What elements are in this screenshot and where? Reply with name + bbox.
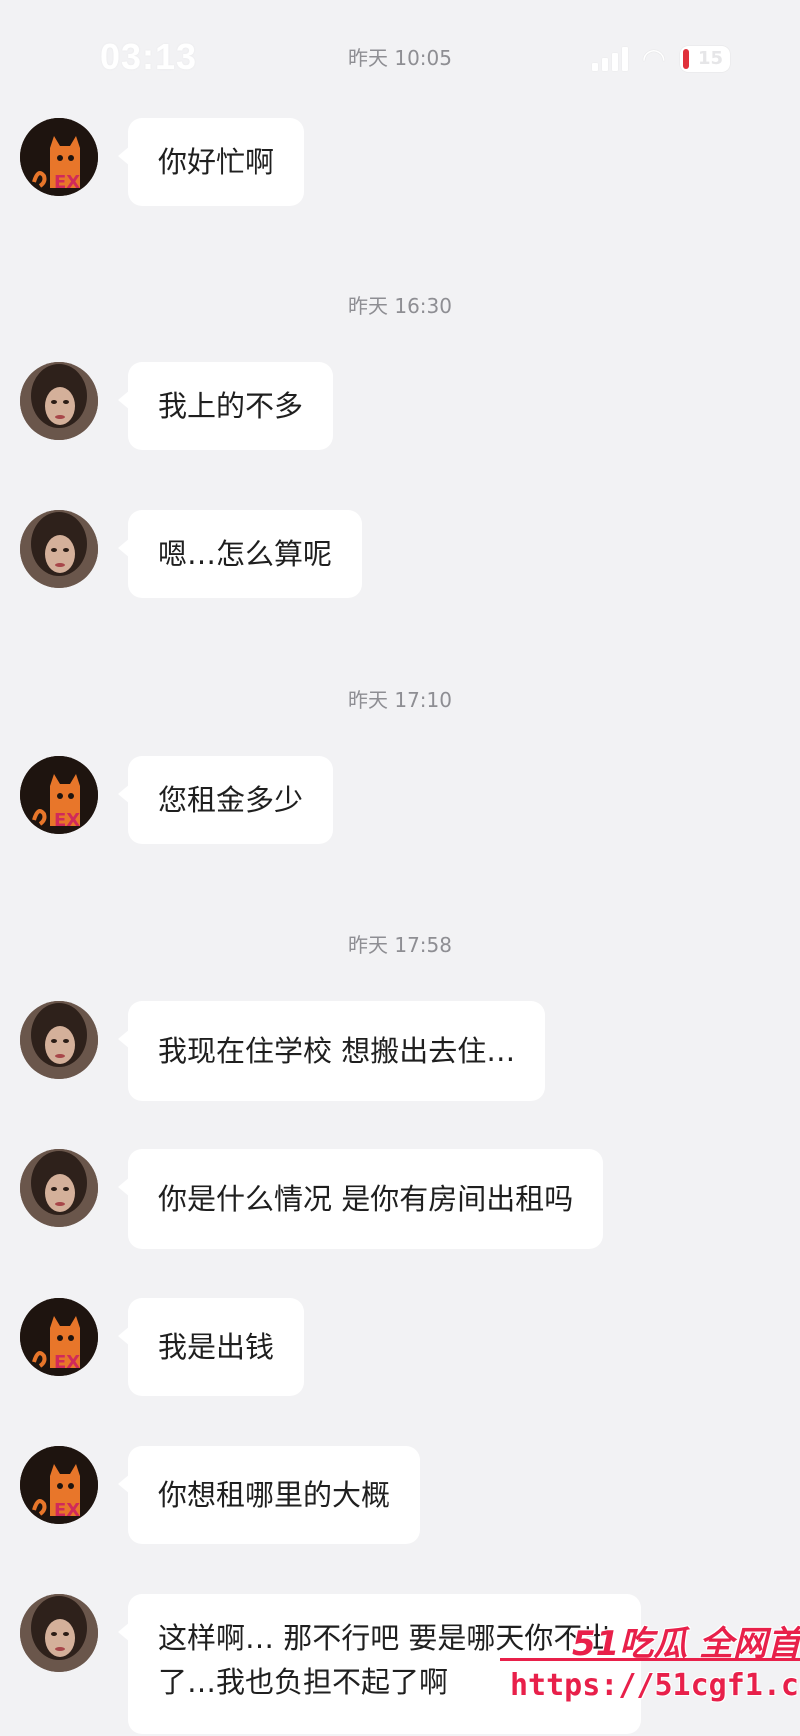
avatar[interactable] <box>20 1594 98 1672</box>
user-photo-icon <box>20 510 98 588</box>
svg-text:EX: EX <box>54 1500 80 1521</box>
message-bubble[interactable]: 你好忙啊 <box>117 118 305 206</box>
message-row: 你是什么情况 是你有房间出租吗 <box>20 1149 604 1249</box>
svg-text:EX: EX <box>54 172 80 193</box>
message-text: 您租金多少 <box>158 783 304 817</box>
avatar[interactable]: EX <box>20 118 98 196</box>
message-bubble[interactable]: 您租金多少 <box>117 756 334 844</box>
message-text: 我是出钱 <box>158 1330 275 1364</box>
message-text: 嗯…怎么算呢 <box>158 537 333 571</box>
watermark: 51吃瓜 全网首发 https://51cgf1.com <box>500 1586 800 1736</box>
user-photo-icon <box>20 1149 98 1227</box>
message-row: EX 你好忙啊 <box>20 118 305 206</box>
message-row: 我现在住学校 想搬出去住… <box>20 1001 546 1101</box>
message-row: 我上的不多 <box>20 362 334 450</box>
message-row: EX 我是出钱 <box>20 1298 305 1396</box>
avatar[interactable] <box>20 1001 98 1079</box>
message-text: 你是什么情况 是你有房间出租吗 <box>158 1182 574 1216</box>
avatar[interactable]: EX <box>20 756 98 834</box>
cat-logo-icon: EX <box>20 118 98 196</box>
timestamp: 昨天 10:05 <box>348 46 452 70</box>
message-row: 嗯…怎么算呢 <box>20 510 363 598</box>
cat-logo-icon: EX <box>20 1298 98 1376</box>
avatar[interactable]: EX <box>20 1446 98 1524</box>
timestamp: 昨天 17:10 <box>348 688 452 712</box>
timestamp: 昨天 17:58 <box>348 933 452 957</box>
avatar[interactable] <box>20 1149 98 1227</box>
message-text: 我现在住学校 想搬出去住… <box>158 1034 516 1068</box>
svg-text:EX: EX <box>54 1352 80 1373</box>
message-text: 你好忙啊 <box>158 145 275 179</box>
avatar[interactable] <box>20 362 98 440</box>
message-bubble[interactable]: 嗯…怎么算呢 <box>117 510 363 598</box>
user-photo-icon <box>20 362 98 440</box>
svg-text:EX: EX <box>54 810 80 831</box>
message-bubble[interactable]: 我现在住学校 想搬出去住… <box>117 1001 546 1101</box>
timestamp: 昨天 16:30 <box>348 294 452 318</box>
message-bubble[interactable]: 你是什么情况 是你有房间出租吗 <box>117 1149 604 1249</box>
message-bubble[interactable]: 我是出钱 <box>117 1298 305 1396</box>
message-row: EX 您租金多少 <box>20 756 334 844</box>
cat-logo-icon: EX <box>20 756 98 834</box>
message-text: 我上的不多 <box>158 389 304 423</box>
user-photo-icon <box>20 1594 98 1672</box>
watermark-divider <box>500 1658 800 1661</box>
message-bubble[interactable]: 你想租哪里的大概 <box>117 1446 421 1544</box>
user-photo-icon <box>20 1001 98 1079</box>
message-bubble[interactable]: 我上的不多 <box>117 362 334 450</box>
message-row: EX 你想租哪里的大概 <box>20 1446 421 1544</box>
avatar[interactable] <box>20 510 98 588</box>
watermark-url: https://51cgf1.com <box>510 1668 800 1703</box>
avatar[interactable]: EX <box>20 1298 98 1376</box>
message-text: 你想租哪里的大概 <box>158 1478 391 1512</box>
cat-logo-icon: EX <box>20 1446 98 1524</box>
